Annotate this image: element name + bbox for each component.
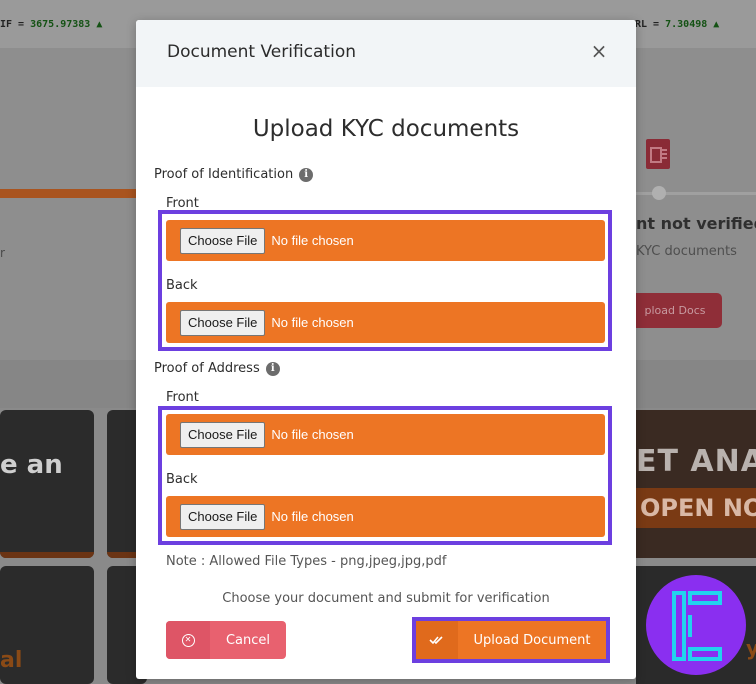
promo-card-bar — [0, 552, 94, 558]
choose-file-button[interactable]: Choose File — [180, 503, 266, 530]
file-status: No file chosen — [271, 509, 354, 524]
tradingfinder-logo-icon — [646, 575, 746, 675]
address-front-file-input[interactable]: Choose File No file chosen — [166, 414, 605, 455]
close-icon[interactable]: × — [588, 40, 610, 62]
address-back-file-input[interactable]: Choose File No file chosen — [166, 496, 605, 537]
section-label-address: Proof of Address i — [154, 361, 280, 376]
promo-card[interactable]: al — [0, 566, 94, 684]
info-icon[interactable]: i — [265, 361, 280, 376]
promo-card[interactable]: e an — [0, 410, 94, 558]
status-progress-dot — [652, 186, 666, 200]
info-icon[interactable]: i — [299, 167, 314, 182]
ticker-item: RL = 7.30498 ▲ — [635, 19, 720, 30]
modal-title: Document Verification — [167, 42, 356, 62]
promo-card-text: al — [0, 648, 23, 673]
cancel-button[interactable]: ✕ Cancel — [166, 621, 286, 659]
banner-cta: OPEN NOW — [636, 488, 756, 528]
close-circle-icon: ✕ — [166, 621, 210, 659]
file-types-note: Note : Allowed File Types - png,jpeg,jpg… — [166, 554, 447, 569]
instruction-text: Choose your document and submit for veri… — [222, 591, 550, 606]
id-front-file-input[interactable]: Choose File No file chosen — [166, 220, 605, 261]
progress-bar — [0, 189, 136, 198]
verification-status-subtitle: KYC documents — [636, 244, 737, 259]
document-icon — [646, 139, 670, 169]
file-status: No file chosen — [271, 427, 354, 442]
banner-text: ys — [746, 636, 756, 660]
promo-card-text: e an — [0, 450, 63, 480]
choose-file-button[interactable]: Choose File — [180, 309, 266, 336]
upload-label: Upload Document — [473, 632, 591, 648]
document-verification-modal: Document Verification × Upload KYC docum… — [136, 20, 636, 679]
choose-file-button[interactable]: Choose File — [180, 227, 266, 254]
background-text: r — [0, 246, 5, 260]
field-label-back: Back — [166, 278, 198, 293]
upload-document-button[interactable]: Upload Document — [416, 621, 606, 659]
section-label-identification: Proof of Identification i — [154, 167, 314, 182]
verification-status-title: nt not verified — [636, 214, 756, 233]
choose-file-button[interactable]: Choose File — [180, 421, 266, 448]
ticker-item: IF = 3675.97383 ▲ — [0, 19, 103, 30]
field-label-front: Front — [166, 196, 199, 211]
field-label-back: Back — [166, 472, 198, 487]
file-status: No file chosen — [271, 315, 354, 330]
page-title: Upload KYC documents — [252, 116, 520, 142]
banner-headline: ET ANA — [636, 444, 756, 479]
section-label-text: Proof of Identification — [154, 167, 294, 182]
modal-header: Document Verification × — [136, 20, 636, 87]
id-back-file-input[interactable]: Choose File No file chosen — [166, 302, 605, 343]
section-label-text: Proof of Address — [154, 361, 260, 376]
promo-banner[interactable]: ET ANA OPEN NOW — [636, 410, 756, 558]
double-check-icon — [416, 621, 458, 659]
cancel-label: Cancel — [225, 632, 271, 648]
field-label-front: Front — [166, 390, 199, 405]
file-status: No file chosen — [271, 233, 354, 248]
